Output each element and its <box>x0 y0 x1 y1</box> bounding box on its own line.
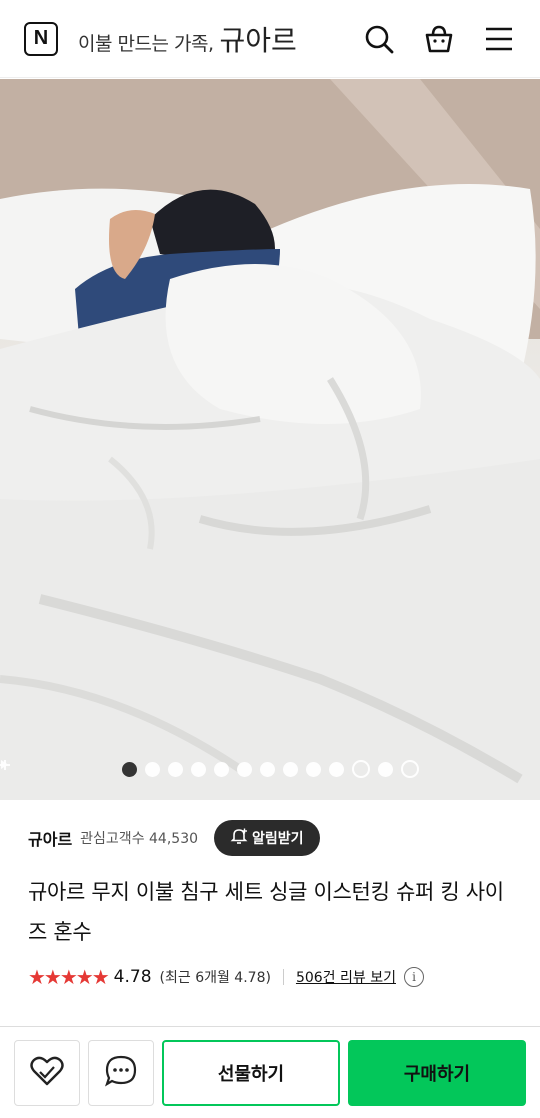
top-header: N 이불 만드는 가족, 규아르 <box>0 0 540 78</box>
chat-button[interactable] <box>88 1039 154 1106</box>
notify-button[interactable]: 알림받기 <box>214 820 320 856</box>
brand-tagline: 이불 만드는 가족, <box>78 32 214 55</box>
info-icon[interactable]: i <box>403 967 424 987</box>
gallery-dot[interactable] <box>259 761 275 777</box>
reviews-link[interactable]: 506건 리뷰 보기 <box>296 967 396 987</box>
rating-row: ★★★★★ 4.78 (최근 6개월 4.78) 506건 리뷰 보기 i <box>28 965 512 989</box>
naver-logo[interactable]: N <box>24 21 58 56</box>
bell-plus-icon <box>230 827 248 849</box>
gallery-dot[interactable] <box>167 761 183 777</box>
gallery-dot[interactable] <box>213 761 229 777</box>
search-icon[interactable] <box>362 22 396 56</box>
shopping-bag-icon[interactable] <box>422 22 456 56</box>
product-photo <box>0 79 540 800</box>
notify-label: 알림받기 <box>252 831 304 847</box>
wishlist-button[interactable] <box>14 1039 80 1106</box>
gallery-play-icon[interactable] <box>1 760 370 778</box>
bottom-action-bar: 선물하기 구매하기 <box>0 1026 540 1118</box>
recent-rating: (최근 6개월 4.78) <box>159 970 271 986</box>
gallery-dot[interactable] <box>328 761 344 777</box>
follower-count: 관심고객수 44,530 <box>80 831 199 847</box>
divider <box>282 969 284 985</box>
product-image-gallery[interactable] <box>0 79 540 800</box>
gallery-dot[interactable] <box>377 761 393 777</box>
gallery-dot[interactable] <box>305 761 321 777</box>
gift-button[interactable]: 선물하기 <box>162 1039 340 1106</box>
store-info-row: 규아르 관심고객수 44,530 알림받기 <box>28 820 512 856</box>
gallery-dot[interactable] <box>121 761 137 777</box>
gallery-more-icon[interactable] <box>0 760 419 778</box>
chat-icon <box>104 1054 138 1092</box>
store-brand[interactable]: 이불 만드는 가족, 규아르 <box>78 19 297 59</box>
gallery-dot[interactable] <box>236 761 252 777</box>
product-title: 규아르 무지 이불 침구 세트 싱글 이스턴킹 슈퍼 킹 사이즈 혼수 <box>28 880 504 944</box>
menu-icon[interactable] <box>482 22 516 56</box>
gallery-pagination <box>0 760 540 778</box>
brand-name: 규아르 <box>219 23 297 57</box>
gallery-dot[interactable] <box>282 761 298 777</box>
rating-stars: ★★★★★ <box>28 965 110 989</box>
gallery-dot[interactable] <box>190 761 206 777</box>
gallery-dot[interactable] <box>144 761 160 777</box>
heart-icon <box>29 1055 65 1091</box>
rating-score: 4.78 <box>113 967 152 987</box>
store-name[interactable]: 규아르 <box>28 826 72 850</box>
buy-button[interactable]: 구매하기 <box>348 1039 526 1106</box>
